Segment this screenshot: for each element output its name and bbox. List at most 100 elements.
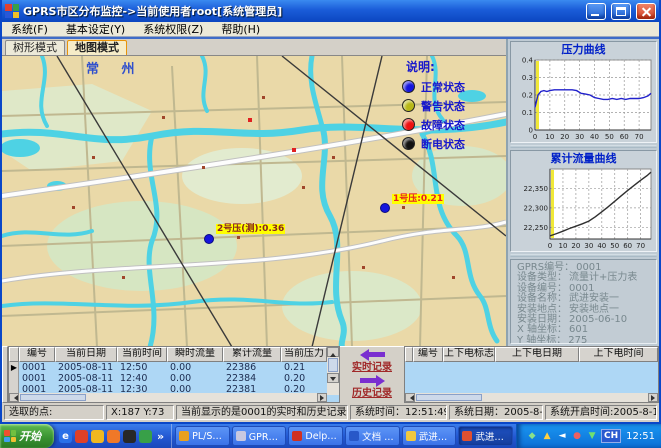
task-icon [179,431,189,441]
marker-dot-icon[interactable] [380,203,390,213]
power-table-header: 编号 上下电标志 上下电日期 上下电时间 [405,347,658,362]
quick-launch: e » [54,424,172,448]
status-dot-icon [402,137,415,150]
column-header[interactable]: 上下电标志 [443,347,495,362]
horizontal-scrollbar[interactable] [9,393,327,402]
task-button[interactable]: PL/SQL Dev... [175,426,230,446]
status-dot-icon [402,80,415,93]
scroll-left-icon[interactable] [405,393,415,402]
row-indicator [9,373,19,384]
vertical-scrollbar[interactable] [327,347,339,395]
column-header[interactable]: 当前日期 [55,347,117,362]
task-icon [462,431,472,441]
scroll-thumb[interactable] [416,394,482,401]
svg-text:22,250: 22,250 [524,224,549,232]
task-button[interactable]: GPRS部分.... [232,426,287,446]
overflow-chevron-icon[interactable]: » [155,430,166,443]
column-header[interactable]: 瞬时流量 [167,347,223,362]
menu-item[interactable]: 帮助(H) [212,21,269,37]
svg-text:10: 10 [545,133,554,141]
marker-label: 1号压:0.21 [392,194,444,204]
quick-launch-icon[interactable] [107,430,120,443]
scroll-left-icon[interactable] [9,393,19,402]
history-arrow-icon[interactable] [360,374,385,387]
scroll-thumb[interactable] [328,358,338,372]
quick-launch-icon[interactable]: e [59,430,72,443]
tray-icon[interactable]: ◆ [526,430,538,442]
titlebar[interactable]: GPRS市区分布监控->当前使用者root[系统管理员] [2,0,659,22]
mode-tab[interactable]: 地图模式 [67,40,127,55]
menu-item[interactable]: 系统(F) [2,21,57,37]
task-button[interactable]: Delphi 6 [288,426,343,446]
restore-button[interactable] [611,3,631,20]
status-dot-icon [402,118,415,131]
realtime-table-header: 编号 当前日期 当前时间 瞬时流量 累计流量 当前压力 [9,347,339,362]
app-window: GPRS市区分布监控->当前使用者root[系统管理员] 系统(F) 基本设定(… [0,0,661,424]
menu-bar: 系统(F) 基本设定(Y) 系统权限(Z) 帮助(H) [2,22,659,37]
menu-item[interactable]: 基本设定(Y) [57,21,134,37]
menu-item[interactable]: 系统权限(Z) [134,21,212,37]
marker-dot-icon[interactable] [204,234,214,244]
table-row[interactable]: 0001 2005-08-11 12:40 0.00 22384 0.20 [9,373,339,384]
svg-text:60: 60 [623,242,632,250]
panel-separator [510,145,657,148]
realtime-arrow-icon[interactable] [360,348,385,361]
scroll-right-icon[interactable] [648,393,658,402]
history-records-button[interactable]: 历史记录 [352,387,392,400]
scroll-right-icon[interactable] [317,393,327,402]
marker-label: 2号压(测):0.36 [216,224,285,234]
column-header[interactable]: 当前时间 [117,347,167,362]
pressure-chart: 00.10.20.30.4010203040506070 [512,56,657,142]
svg-text:70: 70 [636,242,645,250]
records-section: 编号 当前日期 当前时间 瞬时流量 累计流量 当前压力 ▶ [2,346,659,403]
flow-chart-panel: 累计流量曲线 22,25022,30022,350010203040506070 [510,150,657,252]
system-date: 系统日期：2005-8-11 [449,405,543,420]
horizontal-scrollbar[interactable] [405,393,658,402]
task-button[interactable]: 武进xqprs [402,426,457,446]
tray-icon[interactable]: ▲ [541,430,553,442]
svg-text:30: 30 [575,133,584,141]
cursor-coordinates: X:187 Y:73 [106,405,174,420]
column-header[interactable]: 编号 [413,347,443,362]
svg-text:0.1: 0.1 [522,109,533,117]
column-header[interactable]: 当前压力 [281,347,327,362]
svg-text:22,300: 22,300 [524,204,549,212]
quick-launch-icon[interactable] [123,430,136,443]
city-label: 常 州 [86,58,144,77]
status-bar: 选取的点: X:187 Y:73 当前显示的是0001的实时和历史记录情况! 系… [2,403,659,421]
column-header[interactable]: 上下电时间 [579,347,658,362]
svg-text:0: 0 [548,242,552,250]
tray-icon[interactable]: ● [571,430,583,442]
mode-tab[interactable]: 树形模式 [5,40,65,55]
close-button[interactable] [636,3,656,20]
task-buttons: PL/SQL Dev... GPRS部分.... Delphi 6 文档 1 -… [172,424,516,448]
language-indicator[interactable]: CH [601,429,621,443]
task-button[interactable]: 文档 1 - Mic... [345,426,400,446]
svg-text:20: 20 [571,242,580,250]
tray-icon[interactable]: ◄ [556,430,568,442]
row-indicator: ▶ [9,362,19,373]
quick-launch-icon[interactable] [75,430,88,443]
minimize-button[interactable] [586,3,606,20]
task-icon [236,431,246,441]
column-header[interactable]: 编号 [19,347,55,362]
map-legend: 说明: 正常状态 警告状态 故 [390,58,504,153]
scroll-down-icon[interactable] [327,373,339,383]
taskbar: 开始 e » PL/SQL Dev... GPRS部分.... [0,424,661,448]
svg-text:0.4: 0.4 [522,57,534,65]
selected-point-label: 选取的点: [4,405,104,420]
main-area: 树形模式 地图模式 [2,37,659,403]
tray-icon[interactable]: ▼ [586,430,598,442]
table-row[interactable]: ▶ 0001 2005-08-11 12:50 0.00 22386 0.21 [9,362,339,373]
quick-launch-icon[interactable] [139,430,152,443]
task-button[interactable]: 武进GPRS... [458,426,513,446]
scroll-thumb[interactable] [20,394,86,401]
city-map[interactable]: 常 州 说明: 正常状态 警告状态 [2,55,506,346]
realtime-records-button[interactable]: 实时记录 [352,361,392,374]
column-header[interactable]: 上下电日期 [495,347,579,362]
column-header[interactable]: 累计流量 [223,347,281,362]
window-title: GPRS市区分布监控->当前使用者root[系统管理员] [23,3,581,19]
quick-launch-icon[interactable] [91,430,104,443]
start-button[interactable]: 开始 [0,424,54,448]
scroll-up-icon[interactable] [327,347,339,357]
